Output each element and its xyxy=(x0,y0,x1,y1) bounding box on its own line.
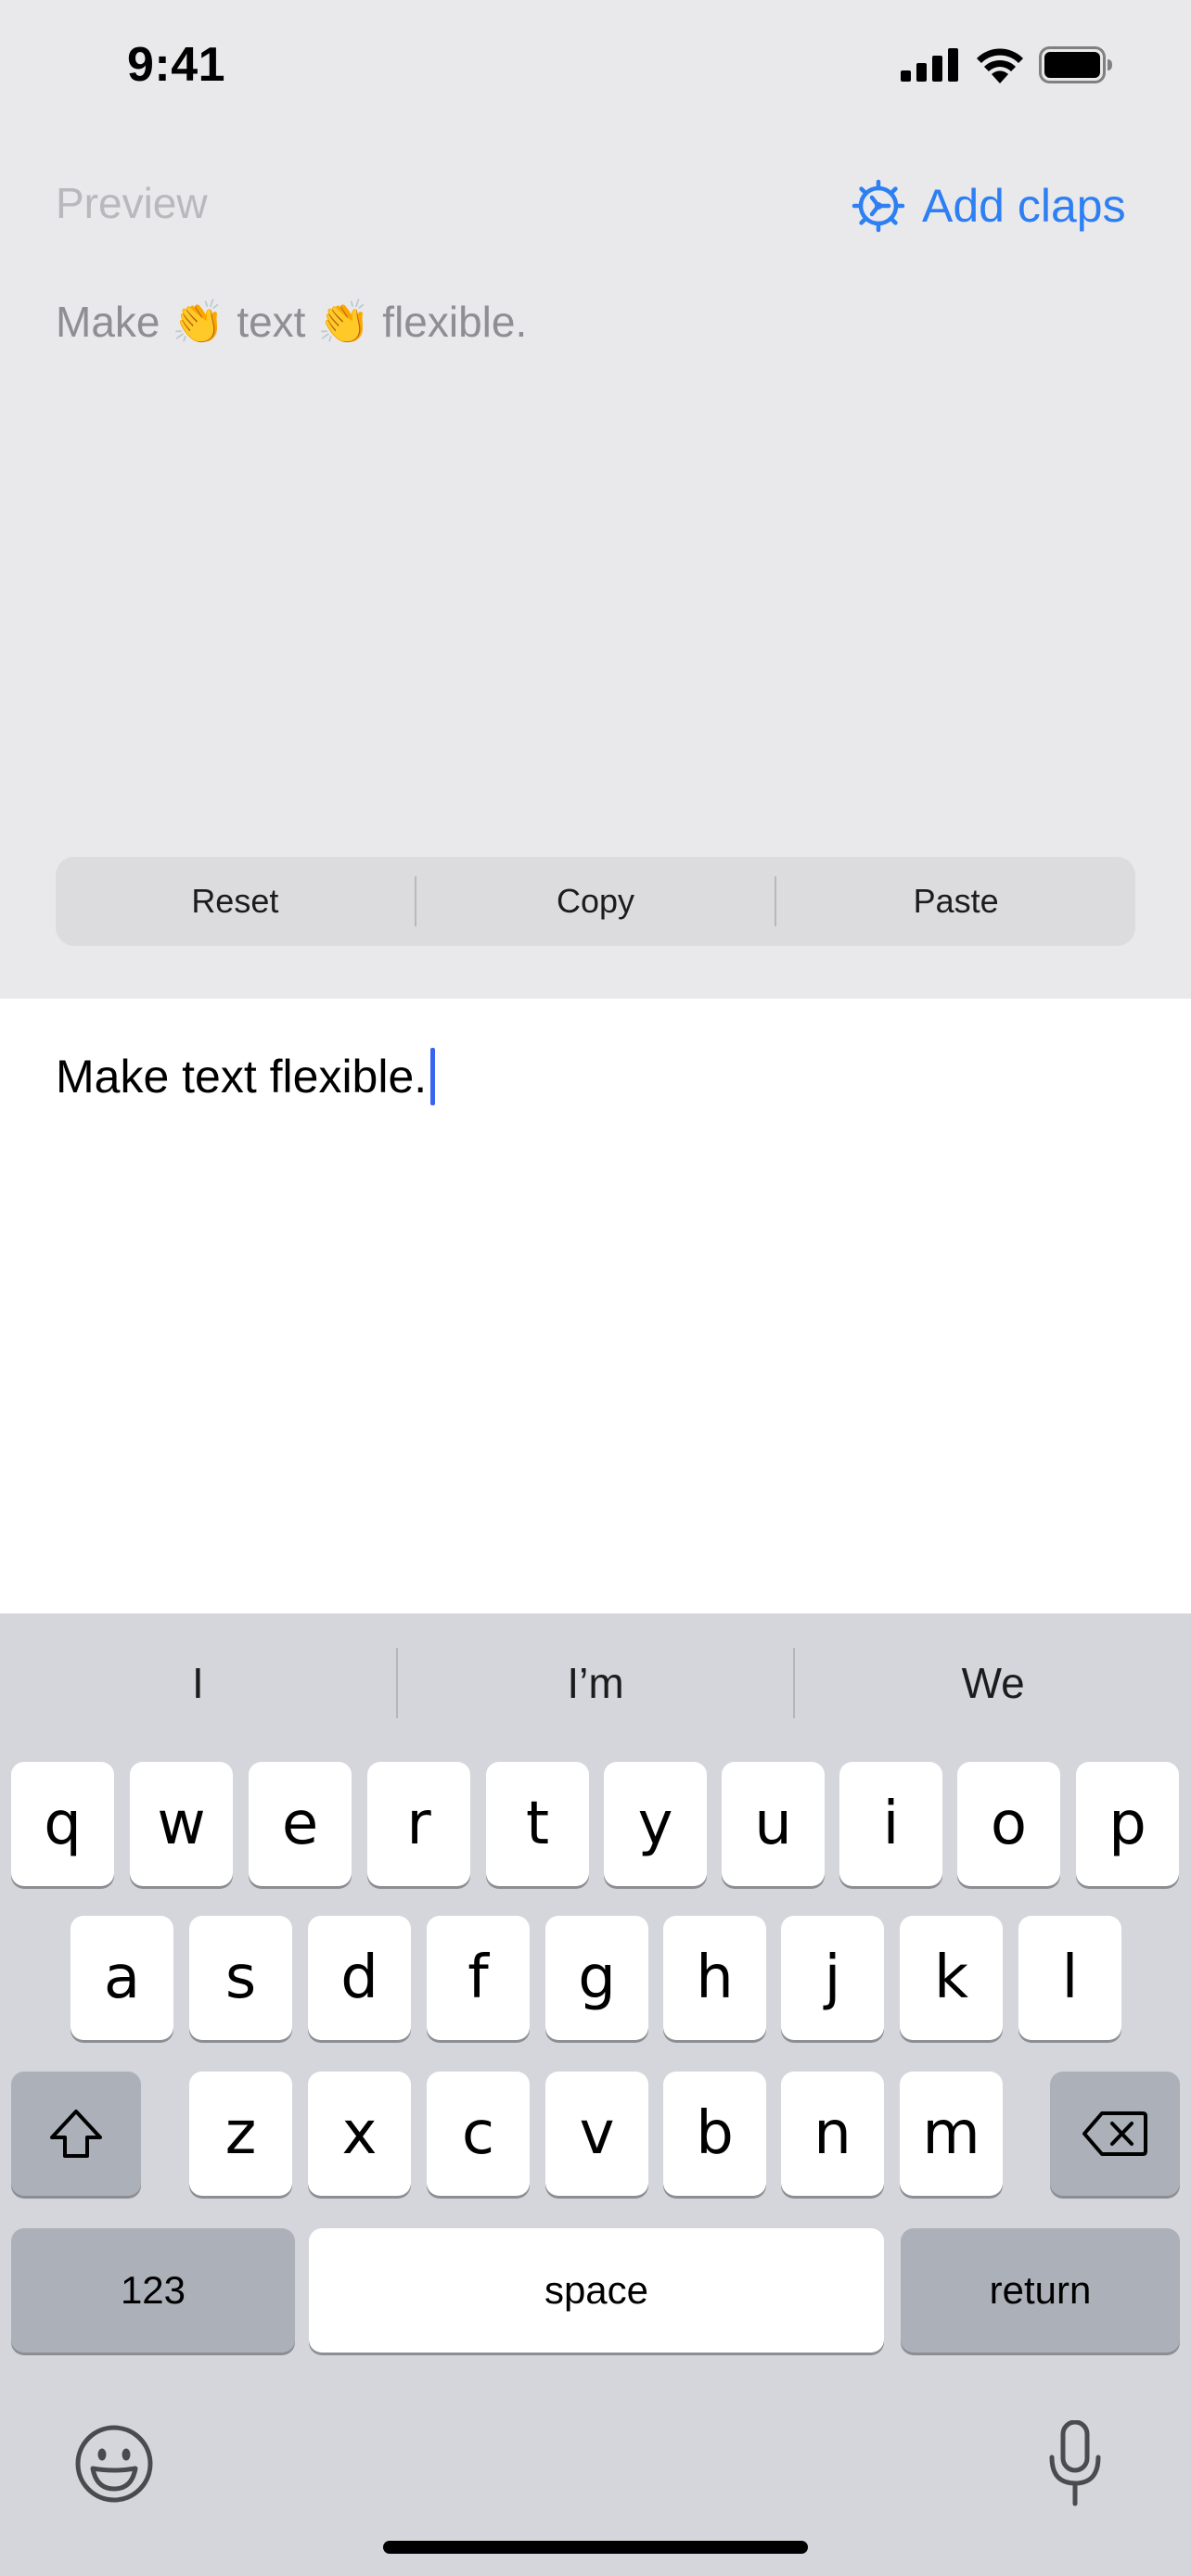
key-v[interactable]: v xyxy=(545,2072,648,2196)
add-claps-button[interactable]: Add claps xyxy=(852,173,1126,238)
action-segmented-control: Reset Copy Paste xyxy=(56,857,1135,946)
suggestion-item[interactable]: I’m xyxy=(398,1613,794,1753)
suggestion-item[interactable]: I xyxy=(0,1613,396,1753)
reset-button[interactable]: Reset xyxy=(56,857,415,946)
key-g[interactable]: g xyxy=(545,1916,648,2040)
key-n[interactable]: n xyxy=(781,2072,884,2196)
text-editor[interactable]: Make text flexible. xyxy=(0,999,1191,1613)
key-l[interactable]: l xyxy=(1018,1916,1121,2040)
suggestion-bar: I I’m We xyxy=(0,1613,1191,1753)
key-d[interactable]: d xyxy=(308,1916,411,2040)
key-e[interactable]: e xyxy=(249,1762,352,1886)
delete-icon xyxy=(1082,2111,1147,2156)
home-indicator xyxy=(383,2541,808,2554)
status-time: 9:41 xyxy=(127,38,226,92)
key-r[interactable]: r xyxy=(367,1762,470,1886)
key-s[interactable]: s xyxy=(189,1916,292,2040)
suggestion-item[interactable]: We xyxy=(795,1613,1191,1753)
return-key[interactable]: return xyxy=(901,2228,1180,2353)
gear-icon xyxy=(852,179,905,233)
copy-button[interactable]: Copy xyxy=(416,857,775,946)
numbers-key[interactable]: 123 xyxy=(11,2228,295,2353)
preview-text: Make 👏 text 👏 flexible. xyxy=(56,298,528,346)
key-j[interactable]: j xyxy=(781,1916,884,2040)
space-key[interactable]: space xyxy=(309,2228,884,2353)
battery-icon xyxy=(1039,46,1112,83)
key-x[interactable]: x xyxy=(308,2072,411,2196)
preview-label: Preview xyxy=(56,179,208,227)
paste-button[interactable]: Paste xyxy=(776,857,1135,946)
key-p[interactable]: p xyxy=(1076,1762,1179,1886)
key-y[interactable]: y xyxy=(604,1762,707,1886)
key-o[interactable]: o xyxy=(957,1762,1060,1886)
key-w[interactable]: w xyxy=(130,1762,233,1886)
key-i[interactable]: i xyxy=(839,1762,942,1886)
key-f[interactable]: f xyxy=(427,1916,530,2040)
key-u[interactable]: u xyxy=(722,1762,825,1886)
key-h[interactable]: h xyxy=(663,1916,766,2040)
cellular-signal-icon xyxy=(901,48,958,82)
editor-text-line[interactable]: Make text flexible. xyxy=(56,1048,436,1105)
text-cursor xyxy=(430,1048,436,1105)
emoji-icon[interactable] xyxy=(74,2424,154,2504)
key-q[interactable]: q xyxy=(11,1762,114,1886)
key-a[interactable]: a xyxy=(70,1916,173,2040)
keyboard: I I’m We q w e r t y u i o p a s d f g h… xyxy=(0,1613,1191,2576)
editor-text: Make text flexible. xyxy=(56,1051,428,1103)
key-b[interactable]: b xyxy=(663,2072,766,2196)
key-c[interactable]: c xyxy=(427,2072,530,2196)
delete-key[interactable] xyxy=(1050,2072,1180,2196)
shift-key[interactable] xyxy=(11,2072,141,2196)
microphone-icon[interactable] xyxy=(1046,2420,1104,2507)
key-m[interactable]: m xyxy=(900,2072,1003,2196)
shift-icon xyxy=(50,2110,102,2158)
key-t[interactable]: t xyxy=(486,1762,589,1886)
wifi-icon xyxy=(977,48,1023,83)
key-k[interactable]: k xyxy=(900,1916,1003,2040)
key-z[interactable]: z xyxy=(189,2072,292,2196)
add-claps-label: Add claps xyxy=(922,180,1126,232)
